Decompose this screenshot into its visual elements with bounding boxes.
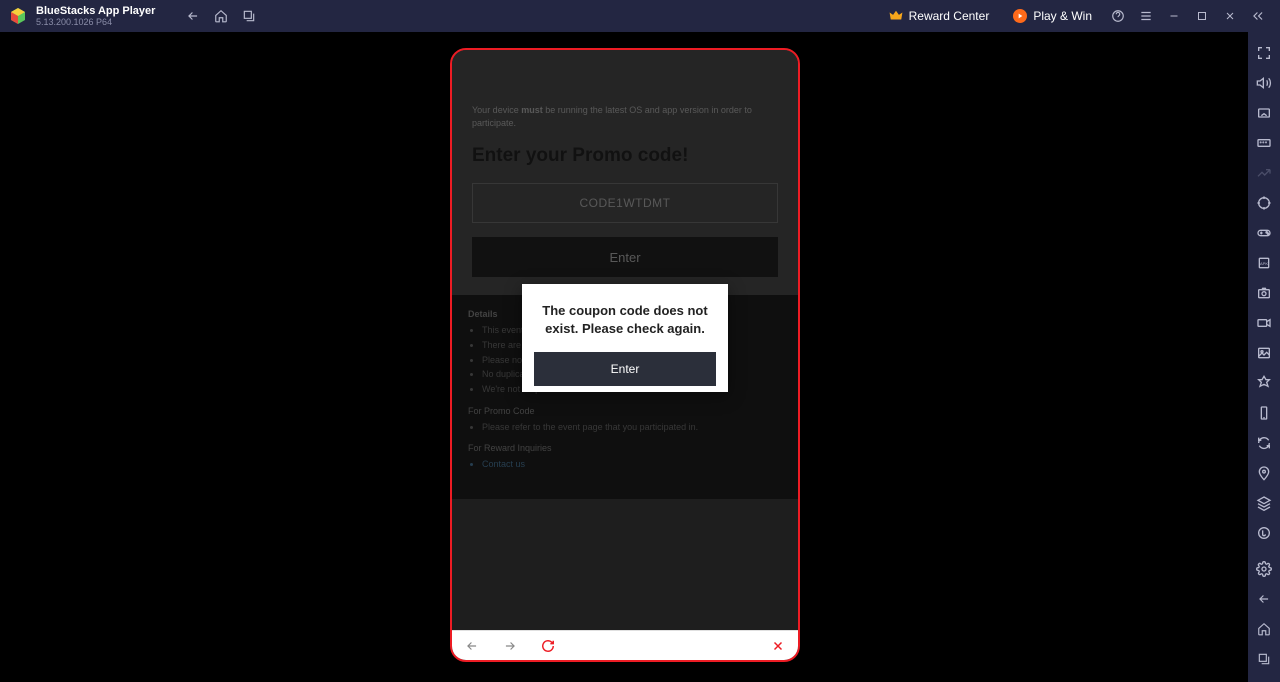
fullscreen-icon[interactable] — [1250, 40, 1278, 66]
app-title: BlueStacks App Player — [36, 6, 155, 17]
promo-heading: Enter your Promo code! — [472, 145, 778, 167]
media-icon[interactable] — [1250, 340, 1278, 366]
play-win-icon — [1013, 9, 1027, 23]
nav-home-icon[interactable] — [1250, 616, 1278, 642]
dialog-enter-button[interactable]: Enter — [534, 352, 716, 386]
device-icon[interactable] — [1250, 400, 1278, 426]
back-button[interactable] — [179, 2, 207, 30]
promo-code-list: Please refer to the event page that you … — [468, 422, 782, 434]
aim-icon[interactable] — [1250, 190, 1278, 216]
browser-reload-icon[interactable] — [538, 636, 558, 656]
gamepad-icon[interactable] — [1250, 220, 1278, 246]
app-window: Your device must be running the latest O… — [450, 48, 800, 662]
bluestacks-logo-icon — [8, 6, 28, 26]
maximize-button[interactable] — [1188, 2, 1216, 30]
right-sidebar: APK — [1248, 32, 1280, 682]
nav-back-icon[interactable] — [1250, 586, 1278, 612]
crown-icon — [889, 9, 903, 23]
recents-button[interactable] — [235, 2, 263, 30]
browser-back-icon[interactable] — [462, 636, 482, 656]
reward-center-button[interactable]: Reward Center — [877, 9, 1002, 23]
sync-icon[interactable] — [1250, 160, 1278, 186]
rotate-icon[interactable] — [1250, 430, 1278, 456]
promo-note: Your device must be running the latest O… — [472, 104, 778, 129]
hamburger-button[interactable] — [1132, 2, 1160, 30]
titlebar: BlueStacks App Player 5.13.200.1026 P64 … — [0, 0, 1280, 32]
promo-code-heading: For Promo Code — [468, 406, 782, 416]
screenshot-icon[interactable] — [1250, 280, 1278, 306]
promo-section: Your device must be running the latest O… — [452, 50, 798, 295]
nav-recents-icon[interactable] — [1250, 646, 1278, 672]
apk-icon[interactable]: APK — [1250, 250, 1278, 276]
promo-code-input[interactable] — [472, 183, 778, 223]
dialog-message: The coupon code does not exist. Please c… — [534, 302, 716, 338]
memory-icon[interactable] — [1250, 520, 1278, 546]
close-button[interactable] — [1216, 2, 1244, 30]
promo-enter-button[interactable]: Enter — [472, 237, 778, 277]
keymap-icon[interactable] — [1250, 100, 1278, 126]
reward-center-label: Reward Center — [909, 9, 990, 23]
help-button[interactable] — [1104, 2, 1132, 30]
home-button[interactable] — [207, 2, 235, 30]
layers-icon[interactable] — [1250, 490, 1278, 516]
settings-icon[interactable] — [1250, 556, 1278, 582]
collapse-sidebar-button[interactable] — [1244, 2, 1272, 30]
minimize-button[interactable] — [1160, 2, 1188, 30]
list-item: Please refer to the event page that you … — [482, 422, 782, 434]
play-win-label: Play & Win — [1033, 9, 1092, 23]
app-version: 5.13.200.1026 P64 — [36, 18, 155, 27]
macro-icon[interactable] — [1250, 370, 1278, 396]
keyboard-icon[interactable] — [1250, 130, 1278, 156]
browser-nav-bar — [452, 630, 798, 660]
error-dialog: The coupon code does not exist. Please c… — [522, 284, 728, 392]
reward-inquiries-heading: For Reward Inquiries — [468, 443, 782, 453]
record-icon[interactable] — [1250, 310, 1278, 336]
location-icon[interactable] — [1250, 460, 1278, 486]
browser-close-icon[interactable] — [768, 636, 788, 656]
svg-text:APK: APK — [1260, 261, 1268, 266]
volume-icon[interactable] — [1250, 70, 1278, 96]
reward-list: Contact us — [468, 459, 782, 471]
browser-forward-icon[interactable] — [500, 636, 520, 656]
play-win-button[interactable]: Play & Win — [1001, 9, 1104, 23]
contact-link[interactable]: Contact us — [482, 459, 782, 471]
